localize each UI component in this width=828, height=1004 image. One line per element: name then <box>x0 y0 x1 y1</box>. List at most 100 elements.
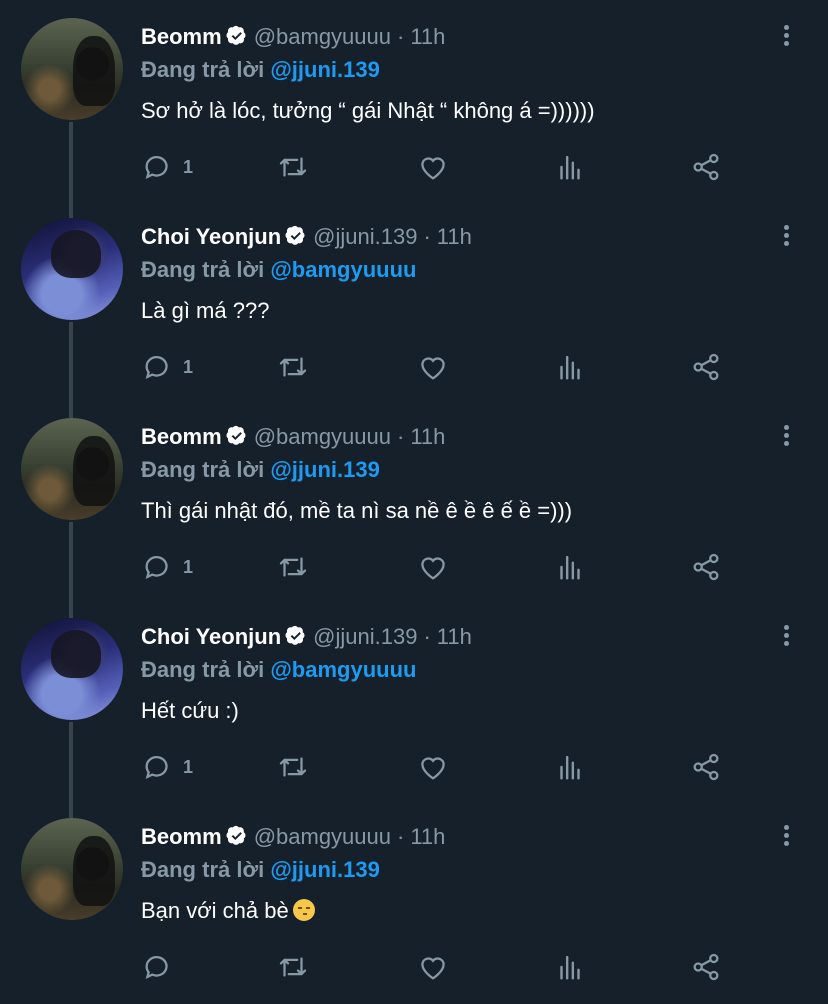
reply-count: 1 <box>183 156 194 177</box>
replying-to-handle[interactable]: @jjuni.139 <box>270 57 379 82</box>
analytics-button[interactable] <box>553 550 587 584</box>
replying-to-handle[interactable]: @jjuni.139 <box>270 857 379 882</box>
retweet-button[interactable] <box>276 750 310 784</box>
share-button[interactable] <box>689 550 723 584</box>
heart-icon <box>421 157 445 180</box>
display-name[interactable]: Beomm <box>141 24 222 49</box>
replying-to-handle[interactable]: @bamgyuuuu <box>270 257 416 282</box>
analytics-icon <box>560 555 580 580</box>
tweet-actions <box>141 950 741 984</box>
analytics-button[interactable] <box>553 950 587 984</box>
user-handle[interactable]: @bamgyuuuu <box>254 424 391 449</box>
timestamp[interactable]: 11h <box>437 224 472 249</box>
tweet-actions: 1 <box>141 550 741 584</box>
user-handle[interactable]: @jjuni.139 <box>313 624 417 649</box>
replying-to: Đang trả lời @bamgyuuuu <box>141 657 416 683</box>
separator-dot: · <box>397 424 405 449</box>
user-handle[interactable]: @jjuni.139 <box>313 224 417 249</box>
tweet-header: Beomm @bamgyuuuu · 11h <box>141 424 445 453</box>
more-vertical-icon[interactable] <box>776 222 796 250</box>
timestamp[interactable]: 11h <box>410 424 445 449</box>
timestamp[interactable]: 11h <box>410 824 445 849</box>
display-name[interactable]: Beomm <box>141 424 222 449</box>
reply-icon <box>145 755 168 779</box>
analytics-button[interactable] <box>553 750 587 784</box>
share-icon <box>693 153 719 181</box>
analytics-button[interactable] <box>553 150 587 184</box>
retweet-button[interactable] <box>276 150 310 184</box>
analytics-icon <box>560 755 580 780</box>
avatar-beomm[interactable] <box>21 818 123 920</box>
verified-badge-icon <box>285 225 307 253</box>
tweet-2[interactable]: Choi Yeonjun @jjuni.139 · 11h Đang trả lời … <box>0 200 828 418</box>
avatar-yeonjun[interactable] <box>21 218 123 320</box>
tweet-text-content: Sơ hở là lóc, tưởng “ gái Nhật “ không á… <box>141 98 595 123</box>
tweet-actions: 1 <box>141 150 741 184</box>
retweet-button[interactable] <box>276 950 310 984</box>
like-button[interactable] <box>416 950 450 984</box>
share-button[interactable] <box>689 950 723 984</box>
reply-icon <box>145 955 168 979</box>
tweet-header: Choi Yeonjun @jjuni.139 · 11h <box>141 224 472 253</box>
reply-button[interactable]: 1 <box>141 150 193 184</box>
replying-to: Đang trả lời @jjuni.139 <box>141 857 380 883</box>
avatar-beomm[interactable] <box>21 18 123 120</box>
tweet-text-content: Là gì má ??? <box>141 298 270 323</box>
tweet-3[interactable]: Beomm @bamgyuuuu · 11h Đang trả lời @jjuni.… <box>0 400 828 618</box>
user-handle[interactable]: @bamgyuuuu <box>254 24 391 49</box>
more-vertical-icon[interactable] <box>776 622 796 650</box>
unamused-face-emoji <box>292 899 315 921</box>
tweet-5[interactable]: Beomm @bamgyuuuu · 11h Đang trả lời @jjuni.… <box>0 800 828 1000</box>
heart-icon <box>421 757 445 780</box>
tweet-header: Beomm @bamgyuuuu · 11h <box>141 824 445 853</box>
share-button[interactable] <box>689 750 723 784</box>
retweet-button[interactable] <box>276 350 310 384</box>
replying-to-handle[interactable]: @bamgyuuuu <box>270 657 416 682</box>
display-name[interactable]: Choi Yeonjun <box>141 224 281 249</box>
share-button[interactable] <box>689 350 723 384</box>
tweet-1[interactable]: Beomm @bamgyuuuu · 11h Đang trả lời @jjuni.… <box>0 0 828 218</box>
timestamp[interactable]: 11h <box>437 624 472 649</box>
analytics-button[interactable] <box>553 350 587 384</box>
reply-button[interactable]: 1 <box>141 550 193 584</box>
replying-to: Đang trả lời @jjuni.139 <box>141 457 380 483</box>
heart-icon <box>421 357 445 380</box>
tweet-text: Bạn với chả bè <box>141 898 315 924</box>
replying-to-handle[interactable]: @jjuni.139 <box>270 457 379 482</box>
reply-icon <box>145 555 168 579</box>
like-button[interactable] <box>416 150 450 184</box>
tweet-header: Choi Yeonjun @jjuni.139 · 11h <box>141 624 472 653</box>
tweet-text-content: Thì gái nhật đó, mề ta nì sa nề ê ề ê ế … <box>141 498 573 523</box>
avatar-yeonjun[interactable] <box>21 618 123 720</box>
avatar-beomm[interactable] <box>21 418 123 520</box>
display-name[interactable]: Beomm <box>141 824 222 849</box>
user-handle[interactable]: @bamgyuuuu <box>254 824 391 849</box>
display-name[interactable]: Choi Yeonjun <box>141 624 281 649</box>
share-icon <box>693 353 719 381</box>
replying-to: Đang trả lời @bamgyuuuu <box>141 257 416 283</box>
more-vertical-icon[interactable] <box>776 822 796 850</box>
reply-icon <box>145 355 168 379</box>
verified-badge-icon <box>226 425 248 453</box>
like-button[interactable] <box>416 350 450 384</box>
more-vertical-icon[interactable] <box>776 422 796 450</box>
verified-badge-icon <box>285 625 307 653</box>
separator-dot: · <box>423 624 431 649</box>
retweet-icon <box>279 957 307 977</box>
reply-count: 1 <box>183 556 194 577</box>
analytics-icon <box>560 155 580 180</box>
reply-button[interactable] <box>141 950 175 984</box>
reply-button[interactable]: 1 <box>141 350 193 384</box>
reply-button[interactable]: 1 <box>141 750 193 784</box>
tweet-4[interactable]: Choi Yeonjun @jjuni.139 · 11h Đang trả lời … <box>0 600 828 818</box>
timestamp[interactable]: 11h <box>410 24 445 49</box>
tweet-text: Là gì má ??? <box>141 298 269 324</box>
heart-icon <box>421 957 445 980</box>
like-button[interactable] <box>416 550 450 584</box>
more-vertical-icon[interactable] <box>776 22 796 50</box>
share-button[interactable] <box>689 150 723 184</box>
analytics-icon <box>560 355 580 380</box>
retweet-button[interactable] <box>276 550 310 584</box>
heart-icon <box>421 557 445 580</box>
like-button[interactable] <box>416 750 450 784</box>
